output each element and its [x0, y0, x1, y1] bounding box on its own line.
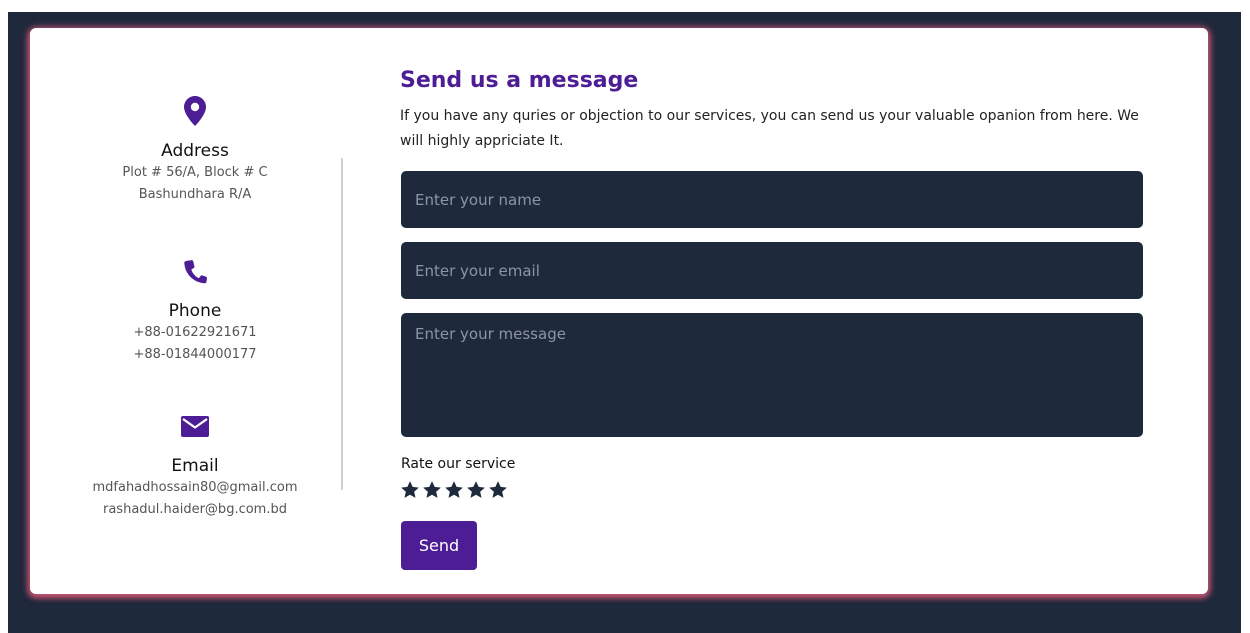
- map-marker-icon: [184, 96, 206, 126]
- phone-line-2: +88-01844000177: [133, 347, 257, 362]
- email-title: Email: [171, 456, 219, 476]
- email-block: Email mdfahadhossain80@gmail.com rashadu…: [30, 416, 360, 521]
- address-line-2: Bashundhara R/A: [138, 187, 252, 202]
- form-title: Send us a message: [400, 68, 639, 93]
- contact-info-column: Address Plot # 56/A, Block # C Bashundha…: [30, 28, 400, 594]
- address-line-1: Plot # 56/A, Block # C: [122, 165, 268, 180]
- rating-label: Rate our service: [401, 456, 516, 472]
- star-rating: [400, 480, 508, 500]
- email-line-2: rashadul.haider@bg.com.bd: [103, 502, 287, 517]
- star-icon[interactable]: [466, 480, 486, 500]
- phone-line-1: +88-01622921671: [133, 325, 257, 340]
- contact-card: Address Plot # 56/A, Block # C Bashundha…: [30, 28, 1208, 594]
- envelope-icon: [181, 416, 209, 437]
- star-icon[interactable]: [422, 480, 442, 500]
- email-line-1: mdfahadhossain80@gmail.com: [92, 480, 298, 495]
- address-title: Address: [161, 141, 229, 161]
- email-input[interactable]: [401, 242, 1143, 299]
- star-icon[interactable]: [400, 480, 420, 500]
- phone-block: Phone +88-01622921671 +88-01844000177: [30, 260, 360, 366]
- phone-icon: [184, 260, 207, 284]
- column-divider: [341, 158, 343, 490]
- phone-title: Phone: [168, 301, 222, 321]
- star-icon[interactable]: [488, 480, 508, 500]
- message-textarea[interactable]: [401, 313, 1143, 437]
- star-icon[interactable]: [444, 480, 464, 500]
- form-description: If you have any quries or objection to o…: [400, 108, 1139, 149]
- name-input[interactable]: [401, 171, 1143, 228]
- send-button[interactable]: Send: [401, 521, 477, 570]
- address-block: Address Plot # 56/A, Block # C Bashundha…: [30, 96, 360, 206]
